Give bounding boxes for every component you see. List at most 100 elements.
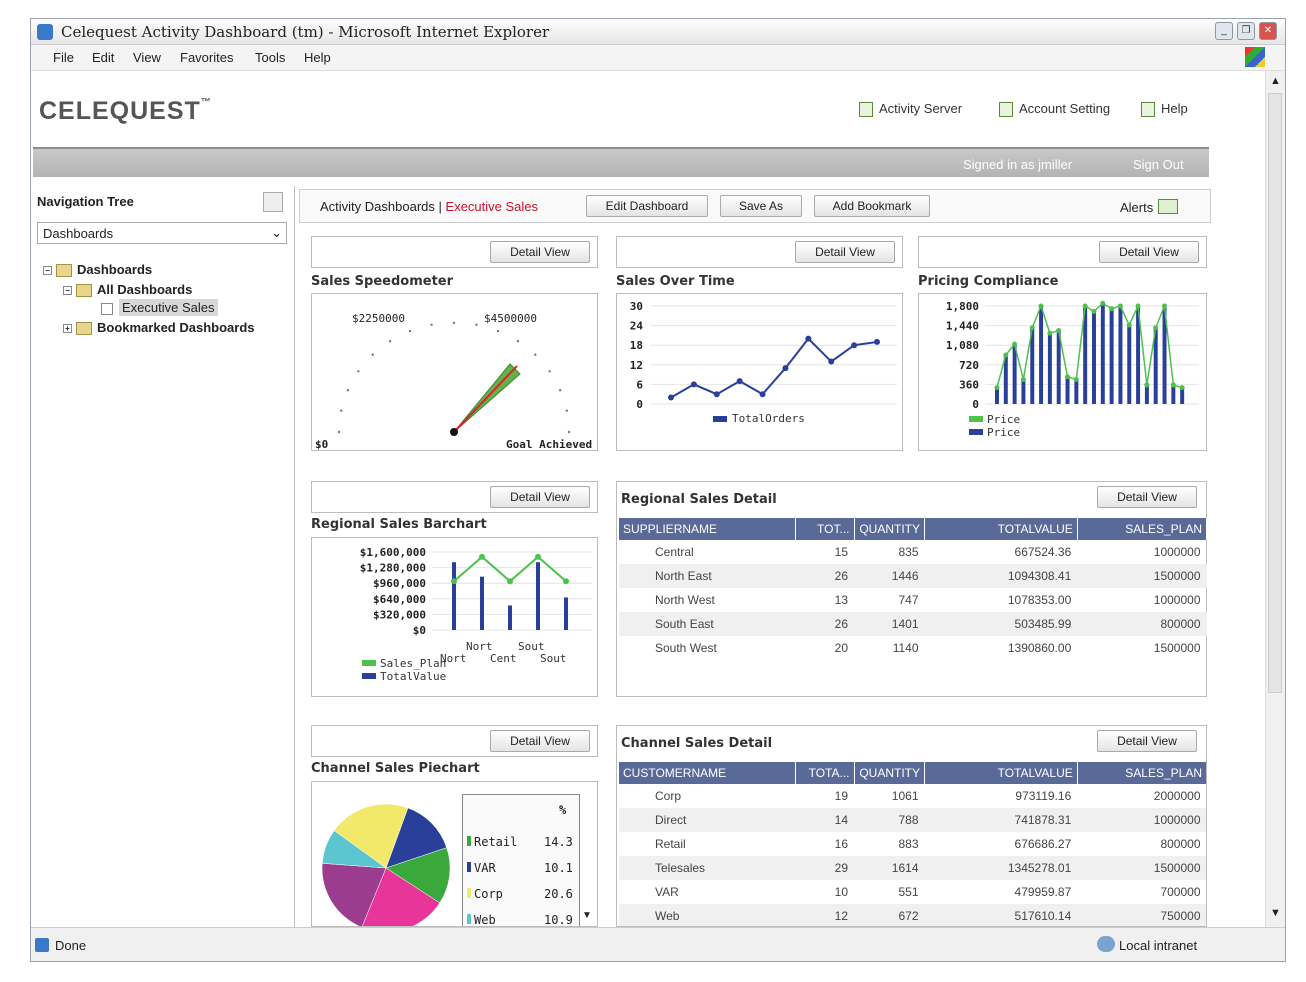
column-header[interactable]: TOT... <box>795 518 855 540</box>
alerts-link[interactable]: Alerts <box>1120 200 1153 215</box>
table-cell: 741878.31 <box>924 808 1078 832</box>
column-header[interactable]: QUANTITY <box>854 518 925 540</box>
data-point <box>805 335 812 342</box>
column-header[interactable]: SALES_PLAN <box>1077 762 1206 784</box>
edit-dashboard-button[interactable]: Edit Dashboard <box>586 195 708 217</box>
column-header[interactable]: TOTALVALUE <box>924 762 1078 784</box>
nav-dropdown[interactable]: Dashboards ⌄ <box>37 222 287 244</box>
tree-all-dashboards[interactable]: − All Dashboards <box>63 282 192 298</box>
collapse-icon[interactable]: − <box>63 286 72 296</box>
save-as-button[interactable]: Save As <box>720 195 802 217</box>
table-row[interactable]: Direct 14 788 741878.31 1000000 <box>619 808 1206 832</box>
table-cell: 1401 <box>854 612 925 636</box>
table-cell: 747 <box>898 593 919 607</box>
zone-text: Local intranet <box>1119 938 1198 953</box>
scroll-down-icon[interactable]: ▼ <box>1270 907 1281 919</box>
gauge-tick <box>516 340 520 343</box>
table-cell: 12 <box>795 904 854 926</box>
table-cell: 835 <box>898 545 919 559</box>
scroll-up-icon[interactable]: ▲ <box>1270 75 1281 87</box>
add-bookmark-button[interactable]: Add Bookmark <box>814 195 930 217</box>
regional-barchart: $1,600,000 $1,280,000 $960,000 $640,000 $320… <box>360 546 592 683</box>
table-cell: 700000 <box>1160 885 1201 899</box>
tree-bookmarked[interactable]: + Bookmarked Dashboards <box>63 320 255 336</box>
bar <box>536 562 540 630</box>
column-header[interactable]: CUSTOMERNAME <box>619 762 796 784</box>
menu-favorites[interactable]: Favorites <box>180 50 233 65</box>
table-row[interactable]: Telesales 29 1614 1345278.01 1500000 <box>619 856 1206 880</box>
column-header[interactable]: QUANTITY <box>854 762 925 784</box>
bar <box>1021 379 1026 404</box>
menu-view[interactable]: View <box>133 50 161 65</box>
detail-view-button[interactable]: Detail View <box>490 241 590 263</box>
table-cell: 1500000 <box>1153 641 1201 655</box>
crumb-root[interactable]: Activity Dashboards <box>320 199 435 214</box>
legend-swatch <box>467 862 471 872</box>
table-row[interactable]: Web 12 672 517610.14 750000 <box>619 904 1206 926</box>
table-cell: 1390860.00 <box>1007 641 1072 655</box>
bar <box>1171 384 1176 404</box>
menu-edit[interactable]: Edit <box>92 50 114 65</box>
data-point <box>1020 377 1026 382</box>
tree-executive-sales[interactable]: Executive Sales <box>101 299 218 316</box>
expand-icon[interactable]: + <box>63 324 72 334</box>
collapse-icon[interactable]: − <box>43 266 52 276</box>
column-header[interactable]: SALES_PLAN <box>1077 518 1208 540</box>
data-point <box>451 578 457 585</box>
channel-detail-title: Channel Sales Detail <box>621 736 773 751</box>
scroll-down-icon[interactable]: ▼ <box>582 910 592 921</box>
table-row[interactable]: South West 20 1140 1390860.00 1500000 <box>619 636 1207 660</box>
detail-view-button[interactable]: Detail View <box>1099 241 1199 263</box>
scroll-thumb[interactable] <box>1268 93 1282 693</box>
account-setting-link[interactable]: Account Setting <box>999 101 1110 118</box>
minimize-icon[interactable]: _ <box>1215 22 1233 40</box>
close-icon[interactable]: ✕ <box>1259 22 1277 40</box>
column-header[interactable]: TOTA... <box>795 762 855 784</box>
alerts-icon[interactable] <box>1158 199 1178 214</box>
table-row[interactable]: South East 26 1401 503485.99 800000 <box>619 612 1207 636</box>
menu-file[interactable]: File <box>53 50 74 65</box>
column-header[interactable]: TOTALVALUE <box>924 518 1078 540</box>
sign-out-link[interactable]: Sign Out <box>1133 157 1184 172</box>
table-cell: 517610.14 <box>924 904 1078 926</box>
page-scrollbar[interactable]: ▲ ▼ <box>1265 71 1285 927</box>
data-point <box>1161 303 1167 309</box>
tree-dashboards[interactable]: − Dashboards <box>43 262 152 278</box>
activity-server-link[interactable]: Activity Server <box>859 101 962 118</box>
table-row[interactable]: Retail 16 883 676686.27 800000 <box>619 832 1206 856</box>
table-row[interactable]: North East 26 1446 1094308.41 1500000 <box>619 564 1207 588</box>
detail-view-button[interactable]: Detail View <box>1097 730 1197 752</box>
channel-pie-header: Detail View <box>311 725 598 757</box>
table-cell: Web <box>619 904 796 926</box>
legend-value: 20.6 <box>544 887 573 901</box>
data-point <box>1109 306 1115 312</box>
detail-view-button[interactable]: Detail View <box>795 241 895 263</box>
pie-legend: % Retail 14.3 VAR 10.1 Corp 20.6 Web 10.9 <box>462 794 580 926</box>
detail-view-button[interactable]: Detail View <box>490 730 590 752</box>
pin-icon[interactable] <box>263 192 283 212</box>
table-row[interactable]: Central 15 835 667524.36 1000000 <box>619 540 1207 564</box>
help-link[interactable]: Help <box>1141 101 1188 118</box>
column-header[interactable]: SUPPLIERNAME <box>619 518 796 540</box>
menu-help[interactable]: Help <box>304 50 331 65</box>
y-tick-label: $1,600,000 <box>360 546 426 559</box>
bar <box>1039 306 1044 404</box>
legend-label: Price <box>987 413 1020 426</box>
table-row[interactable]: VAR 10 551 479959.87 700000 <box>619 880 1206 904</box>
y-tick-label: 720 <box>959 359 979 372</box>
channel-detail-panel: Channel Sales Detail Detail View CUSTOME… <box>616 725 1207 927</box>
gauge-pivot <box>450 428 458 436</box>
table-row[interactable]: Corp 19 1061 973119.16 2000000 <box>619 784 1206 808</box>
detail-view-button[interactable]: Detail View <box>490 486 590 508</box>
gauge-tick <box>430 323 433 326</box>
y-tick-label: 18 <box>630 339 643 352</box>
pie-legend-item: Retail 14.3 <box>467 835 579 849</box>
menu-tools[interactable]: Tools <box>255 50 285 65</box>
restore-icon[interactable]: ❐ <box>1237 22 1255 40</box>
table-cell: 973119.16 <box>1015 789 1072 803</box>
channel-piechart <box>321 803 451 926</box>
regional-barchart-title: Regional Sales Barchart <box>311 517 487 532</box>
gauge-label-1: $2250000 <box>352 312 405 325</box>
table-row[interactable]: North West 13 747 1078353.00 1000000 <box>619 588 1207 612</box>
detail-view-button[interactable]: Detail View <box>1097 486 1197 508</box>
